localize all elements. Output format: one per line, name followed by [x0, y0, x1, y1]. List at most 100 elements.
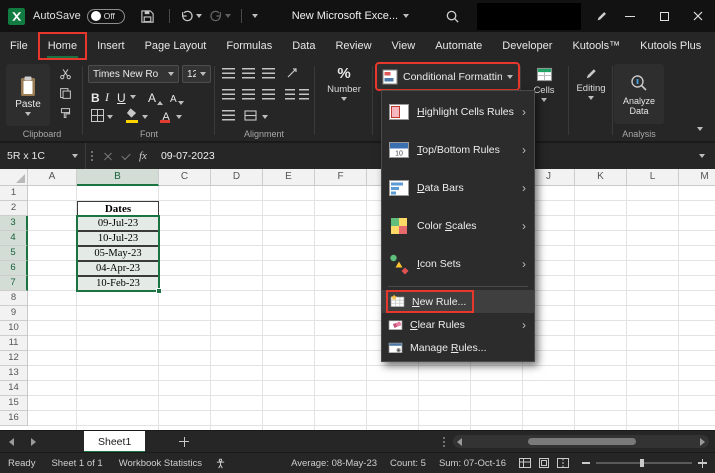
merge-center-icon[interactable] [242, 108, 258, 122]
column-header-M[interactable]: M [679, 169, 715, 186]
tab-automate[interactable]: Automate [425, 32, 492, 60]
zoom-in-icon[interactable] [698, 458, 707, 468]
column-header-C[interactable]: C [159, 169, 211, 186]
font-size-combobox[interactable]: 12 [182, 65, 211, 83]
row-header-9[interactable]: 9 [0, 306, 28, 321]
menu-item-icon-sets[interactable]: Icon Sets › [382, 245, 534, 283]
undo-button[interactable] [180, 9, 202, 23]
row-header-4[interactable]: 4 [0, 231, 28, 246]
status-ready[interactable]: Ready [8, 458, 35, 469]
align-right-icon[interactable] [260, 87, 276, 101]
page-break-view-icon[interactable] [557, 458, 569, 468]
font-size-dropdown-icon[interactable] [200, 72, 206, 76]
insert-function-button[interactable]: fx [139, 150, 147, 162]
editing-group-button[interactable]: Editing [570, 66, 612, 100]
row-header-12[interactable]: 12 [0, 351, 28, 366]
zoom-out-icon[interactable] [582, 462, 590, 464]
align-middle-icon[interactable] [240, 66, 256, 80]
row-header-10[interactable]: 10 [0, 321, 28, 336]
tab-review[interactable]: Review [325, 32, 381, 60]
document-title-area[interactable]: New Microsoft Exce... [292, 10, 410, 22]
cell-B6[interactable]: 04-Apr-23 [77, 261, 159, 276]
borders-icon[interactable] [91, 109, 104, 122]
tab-developer[interactable]: Developer [492, 32, 562, 60]
page-layout-view-icon[interactable] [538, 458, 550, 468]
zoom-thumb[interactable] [640, 459, 644, 467]
cell-B7[interactable]: 10-Feb-23 [77, 276, 159, 291]
scroll-left-icon[interactable] [457, 437, 462, 446]
tab-page-layout[interactable]: Page Layout [135, 32, 217, 60]
cell-B2[interactable]: Dates [77, 201, 159, 216]
row-header-6[interactable]: 6 [0, 261, 28, 276]
align-left-icon[interactable] [220, 87, 236, 101]
cell-B3[interactable]: 09-Jul-23 [77, 216, 159, 231]
orientation-icon[interactable] [284, 66, 300, 80]
column-header-E[interactable]: E [263, 169, 315, 186]
row-header-16[interactable]: 16 [0, 411, 28, 426]
row-header-13[interactable]: 13 [0, 366, 28, 381]
increase-indent-icon[interactable] [296, 87, 312, 101]
undo-dropdown-icon[interactable] [195, 14, 202, 18]
row-header-1[interactable]: 1 [0, 186, 28, 201]
row-header-2[interactable]: 2 [0, 201, 28, 216]
save-icon[interactable] [137, 5, 159, 27]
enter-button[interactable] [117, 147, 135, 165]
wrap-text-icon[interactable] [220, 108, 236, 122]
status-count[interactable]: Count: 5 [390, 458, 426, 469]
copy-button[interactable] [54, 85, 76, 101]
horizontal-scrollbar[interactable] [453, 435, 709, 448]
cells-area[interactable]: Dates 09-Jul-23 10-Jul-23 05-May-23 04-Apr-2… [28, 186, 715, 430]
font-color-dropdown-icon[interactable] [176, 115, 182, 119]
conditional-formatting-button[interactable]: Conditional Formatting [375, 62, 520, 91]
close-button[interactable] [681, 0, 715, 32]
font-name-combobox[interactable]: Times New Ro [88, 65, 179, 83]
menu-item-clear-rules[interactable]: Clear Rules › [382, 313, 534, 336]
next-sheet-button[interactable] [22, 431, 44, 453]
row-header-3[interactable]: 3 [0, 216, 28, 231]
edit-pencil-icon[interactable] [591, 5, 613, 27]
menu-item-new-rule[interactable]: New Rule... [382, 290, 534, 313]
paste-dropdown-icon[interactable] [25, 111, 31, 116]
customize-qat-icon[interactable] [251, 14, 258, 18]
expand-formula-bar-icon[interactable] [699, 154, 705, 158]
scroll-right-icon[interactable] [700, 437, 705, 446]
cell-B4[interactable]: 10-Jul-23 [77, 231, 159, 246]
number-group-button[interactable]: % Number [318, 66, 370, 101]
row-header-14[interactable]: 14 [0, 381, 28, 396]
row-header-5[interactable]: 5 [0, 246, 28, 261]
font-color-button[interactable]: A [160, 107, 172, 123]
accessibility-icon[interactable] [214, 456, 228, 470]
maximize-button[interactable] [647, 0, 681, 32]
previous-sheet-button[interactable] [0, 431, 22, 453]
tab-data[interactable]: Data [282, 32, 325, 60]
column-header-B[interactable]: B [77, 169, 159, 186]
row-header-15[interactable]: 15 [0, 396, 28, 411]
excel-logo-icon[interactable] [8, 7, 25, 25]
row-header-7[interactable]: 7 [0, 276, 28, 291]
underline-dropdown-icon[interactable] [130, 95, 136, 99]
grow-font-button[interactable]: A [148, 87, 164, 105]
menu-item-top-bottom-rules[interactable]: 10 Top/Bottom Rules › [382, 131, 534, 169]
tab-formulas[interactable]: Formulas [216, 32, 282, 60]
tab-view[interactable]: View [382, 32, 426, 60]
collapse-ribbon-icon[interactable] [697, 127, 703, 131]
fill-color-button[interactable] [126, 108, 140, 123]
shrink-font-button[interactable]: A [170, 87, 184, 105]
status-sum[interactable]: Sum: 07-Oct-16 [439, 458, 506, 469]
status-sheet-1-of-1[interactable]: Sheet 1 of 1 [51, 458, 102, 469]
format-painter-button[interactable] [54, 105, 76, 121]
column-header-L[interactable]: L [627, 169, 679, 186]
tab-help[interactable]: Help [711, 32, 715, 60]
underline-button[interactable]: U [117, 87, 126, 105]
tab-kutools[interactable]: Kutools™ [562, 32, 630, 60]
tab-insert[interactable]: Insert [87, 32, 135, 60]
formula-value[interactable]: 09-07-2023 [161, 150, 215, 162]
cut-button[interactable] [54, 65, 76, 81]
fill-color-dropdown-icon[interactable] [142, 115, 148, 119]
menu-item-color-scales[interactable]: Color Scales › [382, 207, 534, 245]
search-icon[interactable] [441, 5, 463, 27]
tab-file[interactable]: File [0, 32, 38, 60]
scrollbar-thumb[interactable] [528, 438, 636, 445]
column-header-K[interactable]: K [575, 169, 627, 186]
bold-button[interactable]: B [91, 87, 100, 105]
